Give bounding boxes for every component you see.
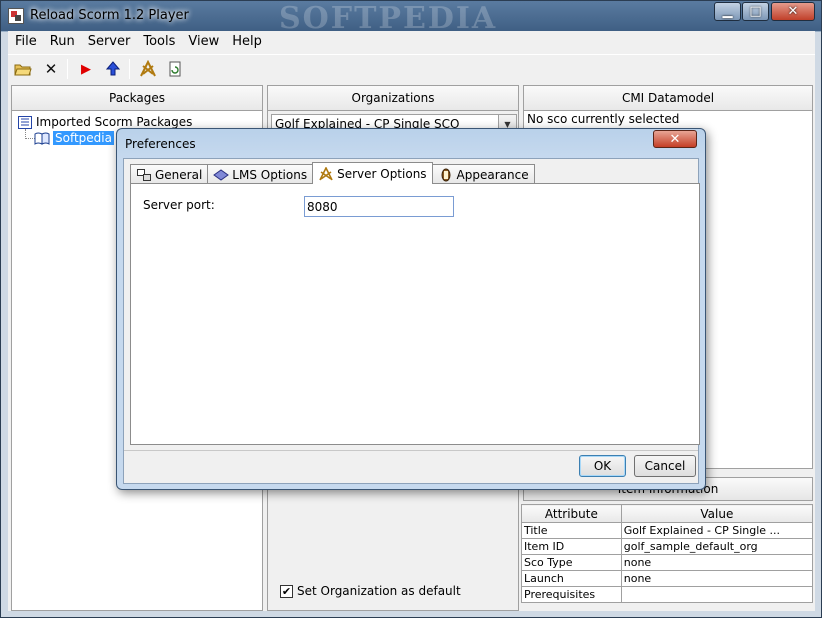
server-icon[interactable] bbox=[137, 58, 159, 80]
menu-help[interactable]: Help bbox=[225, 31, 268, 53]
minimize-button[interactable]: ▁ bbox=[714, 2, 741, 21]
table-row[interactable]: Item ID golf_sample_default_org bbox=[521, 538, 814, 555]
server-icon bbox=[318, 166, 334, 181]
tab-label: General bbox=[155, 167, 203, 182]
run-icon[interactable]: ▶ bbox=[75, 58, 97, 80]
menu-bar: File Run Server Tools View Help bbox=[8, 31, 815, 53]
tab-general[interactable]: General bbox=[130, 164, 209, 184]
server-port-input[interactable] bbox=[304, 196, 454, 217]
value-cell: golf_sample_default_org bbox=[620, 538, 814, 555]
toolbar: ✕ ▶ bbox=[8, 54, 815, 82]
item-info-table: Attribute Value Title Golf Explained - CP… bbox=[521, 504, 814, 603]
app-icon bbox=[8, 8, 24, 24]
tab-label: LMS Options bbox=[232, 167, 308, 182]
tab-strip: General LMS Options Server Options Appea… bbox=[130, 162, 535, 184]
menu-tools[interactable]: Tools bbox=[136, 31, 181, 53]
toolbar-separator bbox=[129, 59, 130, 79]
server-options-panel: Server port: bbox=[130, 183, 700, 445]
divider bbox=[124, 450, 698, 451]
tab-server-options[interactable]: Server Options bbox=[312, 162, 433, 184]
table-row[interactable]: Prerequisites bbox=[521, 586, 814, 603]
table-row[interactable]: Sco Type none bbox=[521, 554, 814, 571]
value-cell bbox=[620, 586, 814, 603]
table-row[interactable]: Launch none bbox=[521, 570, 814, 587]
attribute-cell: Title bbox=[521, 522, 622, 539]
default-organization-checkbox[interactable]: ✔ Set Organization as default bbox=[280, 584, 461, 598]
tab-appearance[interactable]: Appearance bbox=[431, 164, 535, 184]
open-folder-icon[interactable] bbox=[12, 58, 34, 80]
refresh-icon[interactable] bbox=[164, 58, 186, 80]
menu-view[interactable]: View bbox=[181, 31, 225, 53]
tree-child-label: Softpedia bbox=[53, 131, 114, 145]
organizations-header: Organizations bbox=[267, 85, 519, 111]
tab-label: Server Options bbox=[337, 166, 427, 181]
menu-server[interactable]: Server bbox=[81, 31, 137, 53]
maximize-icon: □ bbox=[749, 4, 762, 19]
menu-run[interactable]: Run bbox=[43, 31, 81, 53]
tree-root-label: Imported Scorm Packages bbox=[36, 115, 193, 129]
delete-icon[interactable]: ✕ bbox=[40, 58, 62, 80]
dialog-title: Preferences bbox=[125, 137, 196, 151]
window-title: Reload Scorm 1.2 Player bbox=[30, 8, 189, 23]
dialog-client: General LMS Options Server Options Appea… bbox=[123, 158, 700, 484]
ok-button[interactable]: OK bbox=[579, 455, 626, 477]
cmi-status: No sco currently selected bbox=[527, 112, 680, 126]
tab-label: Appearance bbox=[456, 167, 529, 182]
maximize-button[interactable]: □ bbox=[742, 2, 769, 21]
cmi-header: CMI Datamodel bbox=[523, 85, 813, 111]
close-icon: ✕ bbox=[787, 4, 799, 19]
title-bar[interactable]: Reload Scorm 1.2 Player SOFTPEDIA ▁ □ ✕ bbox=[1, 1, 821, 36]
book-icon bbox=[34, 131, 50, 145]
close-icon: ✕ bbox=[669, 131, 681, 147]
attribute-cell: Prerequisites bbox=[521, 586, 622, 603]
lms-icon bbox=[213, 168, 230, 182]
tree-item-softpedia[interactable]: Softpedia bbox=[34, 130, 114, 146]
menu-file[interactable]: File bbox=[8, 31, 43, 53]
default-organization-label: Set Organization as default bbox=[297, 584, 461, 598]
value-cell: Golf Explained - CP Single ... bbox=[620, 522, 814, 539]
general-icon bbox=[136, 168, 152, 182]
table-row[interactable]: Title Golf Explained - CP Single ... bbox=[521, 522, 814, 539]
cancel-button[interactable]: Cancel bbox=[634, 455, 696, 477]
value-cell: none bbox=[620, 554, 814, 571]
attribute-cell: Launch bbox=[521, 570, 622, 587]
close-button[interactable]: ✕ bbox=[771, 2, 815, 21]
checkbox-checked-icon[interactable]: ✔ bbox=[280, 584, 293, 598]
appearance-icon bbox=[438, 168, 454, 182]
value-cell: none bbox=[620, 570, 814, 587]
attribute-cell: Item ID bbox=[521, 538, 622, 555]
toolbar-separator bbox=[67, 59, 68, 79]
package-list-icon bbox=[17, 115, 33, 129]
tab-lms-options[interactable]: LMS Options bbox=[207, 164, 314, 184]
dialog-close-button[interactable]: ✕ bbox=[653, 130, 697, 148]
preferences-dialog: Preferences ✕ General LMS Options Server… bbox=[116, 128, 706, 490]
packages-header: Packages bbox=[11, 85, 263, 111]
minimize-icon: ▁ bbox=[722, 4, 733, 19]
column-header-attribute[interactable]: Attribute bbox=[521, 504, 622, 523]
server-port-label: Server port: bbox=[143, 198, 215, 212]
attribute-cell: Sco Type bbox=[521, 554, 622, 571]
column-header-value[interactable]: Value bbox=[620, 504, 814, 523]
upload-icon[interactable] bbox=[102, 58, 124, 80]
